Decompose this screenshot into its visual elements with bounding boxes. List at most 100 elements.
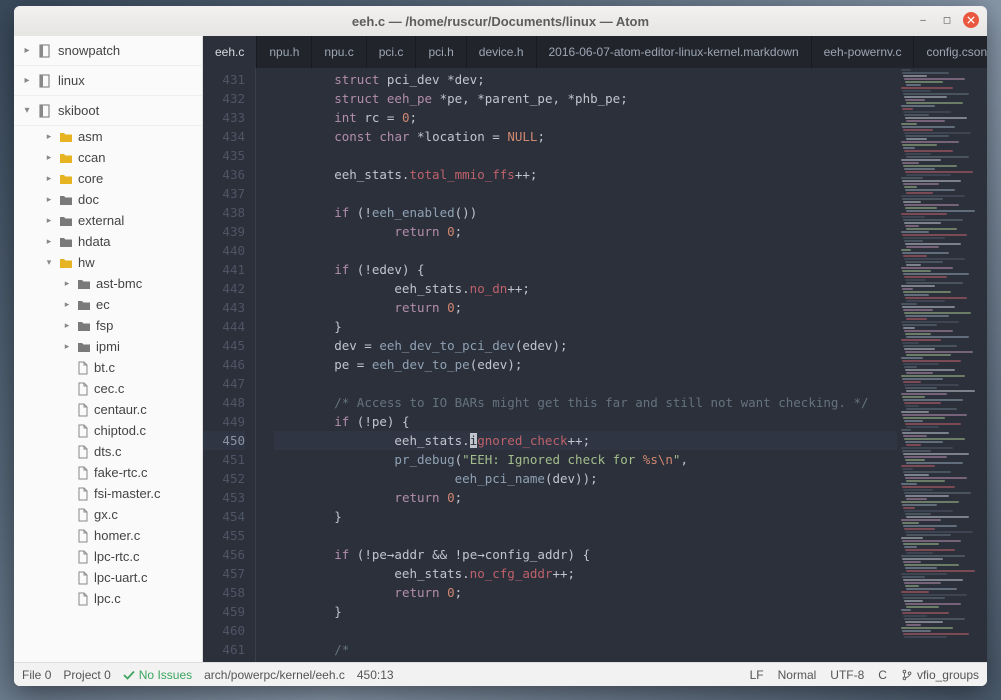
tree-file[interactable]: cec.c — [14, 378, 202, 399]
tree-file[interactable]: lpc.c — [14, 588, 202, 609]
tree-item-label: lpc.c — [94, 591, 121, 606]
tree-file[interactable]: homer.c — [14, 525, 202, 546]
project-root-skiboot[interactable]: ▾ skiboot — [14, 96, 202, 126]
code-line[interactable] — [274, 146, 897, 165]
code-line[interactable]: int rc = 0; — [274, 108, 897, 127]
code-line[interactable]: eeh_stats.no_dn++; — [274, 279, 897, 298]
code-line[interactable]: * On PowerNV platform, we might already … — [274, 659, 897, 662]
code-line[interactable]: return 0; — [274, 222, 897, 241]
chevron-right-icon: ▸ — [22, 45, 32, 56]
maximize-button[interactable]: ◻ — [939, 12, 955, 28]
tree-folder[interactable]: ▸ipmi — [14, 336, 202, 357]
editor-tab[interactable]: eeh-powernv.c — [812, 36, 915, 68]
tree-file[interactable]: lpc-rtc.c — [14, 546, 202, 567]
code-line[interactable]: pe = eeh_dev_to_pe(edev); — [274, 355, 897, 374]
tree-folder[interactable]: ▸ccan — [14, 147, 202, 168]
editor-tab[interactable]: npu.h — [257, 36, 312, 68]
line-ending[interactable]: LF — [750, 668, 764, 682]
code-line[interactable]: /* — [274, 640, 897, 659]
code-line[interactable]: if (!edev) { — [274, 260, 897, 279]
editor-tab[interactable]: npu.c — [312, 36, 366, 68]
tree-folder[interactable]: ▸fsp — [14, 315, 202, 336]
tree-file[interactable]: centaur.c — [14, 399, 202, 420]
code-line[interactable] — [274, 184, 897, 203]
editor-tab[interactable]: 2016-06-07-atom-editor-linux-kernel.mark… — [537, 36, 812, 68]
tree-item-label: hdata — [78, 234, 111, 249]
tree-file[interactable]: chiptod.c — [14, 420, 202, 441]
project-label: skiboot — [58, 103, 99, 118]
git-branch[interactable]: vfio_groups — [901, 668, 979, 682]
code-line[interactable]: } — [274, 602, 897, 621]
find-file-count[interactable]: File 0 — [22, 668, 51, 682]
editor-tab[interactable]: eeh.c — [203, 36, 257, 68]
tree-file[interactable]: bt.c — [14, 357, 202, 378]
tree-folder[interactable]: ▸external — [14, 210, 202, 231]
find-project-count[interactable]: Project 0 — [63, 668, 110, 682]
linter-status[interactable]: No Issues — [123, 668, 192, 682]
code-line[interactable] — [274, 241, 897, 260]
tree-item-label: ast-bmc — [96, 276, 142, 291]
code-line[interactable]: /* Access to IO BARs might get this far … — [274, 393, 897, 412]
tree-folder[interactable]: ▸core — [14, 168, 202, 189]
code-content[interactable]: struct pci_dev *dev; struct eeh_pe *pe, … — [255, 68, 897, 662]
editor-tab[interactable]: pci.h — [416, 36, 466, 68]
tree-folder[interactable]: ▸ast-bmc — [14, 273, 202, 294]
code-line[interactable]: eeh_pci_name(dev)); — [274, 469, 897, 488]
tree-folder[interactable]: ▸doc — [14, 189, 202, 210]
tree-item-label: dts.c — [94, 444, 121, 459]
chevron-right-icon: ▸ — [62, 299, 72, 310]
tree-folder[interactable]: ▾hw — [14, 252, 202, 273]
check-icon — [123, 669, 135, 681]
chevron-right-icon: ▸ — [44, 131, 54, 142]
code-line[interactable] — [274, 526, 897, 545]
code-line[interactable]: if (!pe) { — [274, 412, 897, 431]
minimap[interactable] — [897, 68, 987, 662]
code-line[interactable]: eeh_stats.ignored_check++; — [274, 431, 897, 450]
code-line[interactable]: return 0; — [274, 488, 897, 507]
tree-item-label: centaur.c — [94, 402, 147, 417]
tree-file[interactable]: fsi-master.c — [14, 483, 202, 504]
tree-file[interactable]: gx.c — [14, 504, 202, 525]
code-line[interactable]: pr_debug("EEH: Ignored check for %s\n", — [274, 450, 897, 469]
editor-tab[interactable]: pci.c — [367, 36, 417, 68]
code-line[interactable] — [274, 374, 897, 393]
tree-folder[interactable]: ▸hdata — [14, 231, 202, 252]
code-line[interactable]: } — [274, 507, 897, 526]
tree-file[interactable]: fake-rtc.c — [14, 462, 202, 483]
code-line[interactable]: eeh_stats.no_cfg_addr++; — [274, 564, 897, 583]
code-line[interactable]: struct eeh_pe *pe, *parent_pe, *phb_pe; — [274, 89, 897, 108]
code-line[interactable]: struct pci_dev *dev; — [274, 70, 897, 89]
editor-tab[interactable]: config.cson — [914, 36, 987, 68]
close-button[interactable] — [963, 12, 979, 28]
window-titlebar[interactable]: eeh.c — /home/ruscur/Documents/linux — A… — [14, 6, 987, 36]
code-line[interactable]: return 0; — [274, 298, 897, 317]
file-tree[interactable]: ▸ snowpatch ▸ linux ▾ skiboot ▸asm▸ccan▸… — [14, 36, 203, 662]
code-line[interactable]: if (!pe→addr && !pe→config_addr) { — [274, 545, 897, 564]
project-root-linux[interactable]: ▸ linux — [14, 66, 202, 96]
file-encoding[interactable]: UTF-8 — [830, 668, 864, 682]
code-line[interactable]: const char *location = NULL; — [274, 127, 897, 146]
tree-item-label: ipmi — [96, 339, 120, 354]
code-line[interactable] — [274, 621, 897, 640]
code-line[interactable]: return 0; — [274, 583, 897, 602]
cursor-position[interactable]: 450:13 — [357, 668, 394, 682]
file-path[interactable]: arch/powerpc/kernel/eeh.c — [204, 668, 345, 682]
chevron-right-icon: ▸ — [44, 215, 54, 226]
tab-bar[interactable]: eeh.cnpu.hnpu.cpci.cpci.hdevice.h2016-06… — [203, 36, 987, 68]
code-line[interactable]: if (!eeh_enabled()) — [274, 203, 897, 222]
tree-folder[interactable]: ▸ec — [14, 294, 202, 315]
code-line[interactable]: dev = eeh_dev_to_pci_dev(edev); — [274, 336, 897, 355]
repo-icon — [38, 74, 52, 88]
minimize-button[interactable]: – — [915, 12, 931, 28]
code-editor[interactable]: 4314324334344354364374384394404414424434… — [203, 68, 987, 662]
code-line[interactable]: } — [274, 317, 897, 336]
code-line[interactable]: eeh_stats.total_mmio_ffs++; — [274, 165, 897, 184]
grammar-selector[interactable]: C — [878, 668, 887, 682]
tree-file[interactable]: dts.c — [14, 441, 202, 462]
tree-file[interactable]: lpc-uart.c — [14, 567, 202, 588]
project-root-snowpatch[interactable]: ▸ snowpatch — [14, 36, 202, 66]
editor-tab[interactable]: device.h — [467, 36, 537, 68]
git-branch-icon — [901, 669, 913, 681]
tree-item-label: lpc-uart.c — [94, 570, 147, 585]
tree-folder[interactable]: ▸asm — [14, 126, 202, 147]
